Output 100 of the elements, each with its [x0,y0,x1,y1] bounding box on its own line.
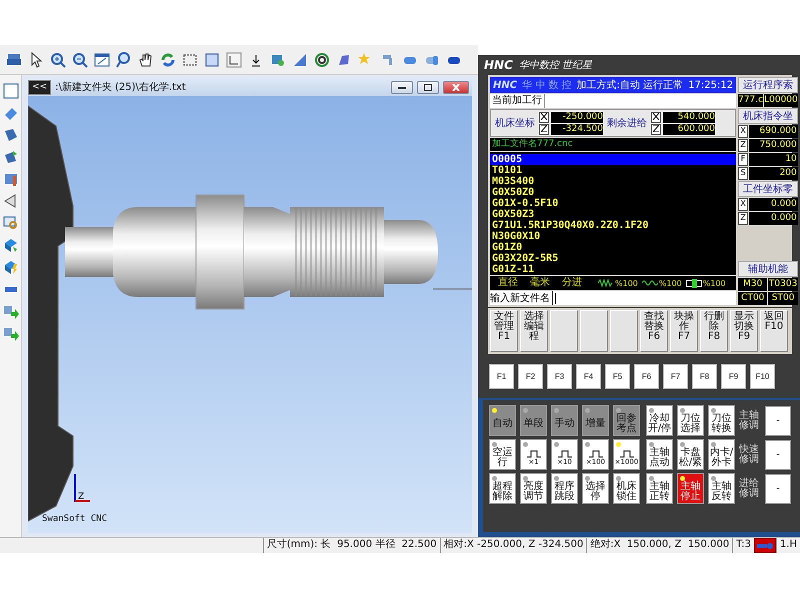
window-icon[interactable] [2,83,18,99]
soft-key[interactable]: 查找替换 F6 [640,310,668,352]
coordinate-value: 0.000 [749,212,798,225]
function-key[interactable]: F8 [692,364,717,389]
function-key[interactable]: F4 [576,364,601,389]
coordinate-value: 750.000 [749,139,798,152]
override-button[interactable]: - [765,406,791,436]
cube-icon[interactable] [2,259,18,275]
panel-button[interactable]: 自动 [489,405,516,436]
selection-icon[interactable] [182,52,198,68]
collapse-button[interactable]: << [28,80,52,94]
zoom-out-icon[interactable] [72,52,88,68]
program-line[interactable]: G0X50Z0 [490,187,736,198]
side-label[interactable]: 辅助机能 [738,261,798,277]
soft-key[interactable]: 块操作 F7 [670,310,698,352]
soft-key[interactable]: 选择编辑程 [520,310,548,352]
program-line[interactable]: G01X-0.5F10 [490,198,736,209]
blank-soft-key[interactable] [580,310,608,352]
coordinate-value: -250.000 [551,112,603,122]
panel-button[interactable]: 内卡/外卡 [708,439,735,470]
program-line-number: L00000 [764,94,798,107]
program-line[interactable]: G03X20Z-5R5 [490,253,736,264]
function-key[interactable]: F2 [518,364,543,389]
program-line[interactable]: M03S400 [490,176,736,187]
program-line[interactable]: G71U1.5R1P30Q40X0.2Z0.1F20 [490,220,736,231]
function-key[interactable]: F9 [721,364,746,389]
mode-status: 加工方式:自动 运行正常 [576,78,684,92]
unit-label: 毫米 [530,277,550,289]
minimize-icon [398,84,406,90]
hand-icon[interactable] [138,52,154,68]
side-label[interactable]: 工件坐标零 [738,181,798,197]
program-line[interactable]: G01Z0 [490,242,736,253]
soft-key[interactable]: 返回 F10 [760,310,788,352]
panel-logo: HNC [484,58,513,72]
maximize-icon [424,84,432,90]
program-line[interactable]: G01Z-11 [490,264,736,275]
axis-label: S [738,167,748,180]
function-key[interactable]: F5 [605,364,630,389]
refresh-icon[interactable] [160,52,176,68]
soft-key[interactable]: 显示切换 F9 [730,310,758,352]
program-line[interactable]: T0101 [490,165,736,176]
function-key[interactable]: F3 [547,364,572,389]
side-label[interactable]: 机床指令坐 [738,108,798,124]
triangle-icon[interactable] [292,52,308,68]
aux-code: M30 [738,278,768,291]
printer-icon[interactable] [6,52,22,68]
zoom-in-icon[interactable] [50,52,66,68]
side-label[interactable]: 运行程序索 [738,77,798,93]
cube-icon[interactable] [2,237,18,253]
maximize-button[interactable] [417,80,439,94]
text-cursor [555,292,556,304]
arrow-icon[interactable] [2,303,18,319]
panel-button[interactable]: 刀位选择 [677,405,704,436]
override-button[interactable]: - [765,440,791,470]
override-label: 快速修调 [739,444,760,464]
zoom-fit-icon[interactable] [116,52,132,68]
override-label: 主轴修调 [739,410,760,430]
panel-button[interactable]: 程序跳段 [551,473,578,504]
panel-button[interactable]: 手动 [551,405,578,436]
panel-button[interactable]: 冷却开/停 [646,405,673,436]
panel-button[interactable]: 主轴停止 [677,473,704,504]
function-key[interactable]: F7 [663,364,688,389]
override-value: %100 [702,278,726,288]
clock-time: 17:25:12 [688,80,734,90]
program-line[interactable]: N30G0X10 [490,231,736,242]
panel-button[interactable]: 主轴点动 [646,439,673,470]
axis-label: X [738,198,748,211]
panel-button[interactable]: 空运行 [489,439,516,470]
axes-icon[interactable] [226,52,242,68]
panel-button[interactable]: 亮度调节 [520,473,547,504]
panel-button[interactable]: 选择停 [582,473,609,504]
panel-button[interactable]: 刀位转换 [708,405,735,436]
program-line[interactable]: G0X50Z3 [490,209,736,220]
panel-button[interactable]: 超程解除 [489,473,516,504]
window-icon[interactable] [94,52,110,68]
override-value: %100 [658,278,682,288]
magnifier-icon[interactable] [2,215,18,231]
panel-button[interactable]: 主轴反转 [708,473,735,504]
panel-button[interactable]: 单段 [520,405,547,436]
pulse-icon [588,450,602,458]
close-button[interactable] [443,80,469,94]
arrow-icon[interactable] [2,325,18,341]
function-key[interactable]: F1 [489,364,514,389]
soft-key[interactable]: 行删除 F8 [700,310,728,352]
blank-soft-key[interactable] [550,310,578,352]
panel-button[interactable]: 主轴正转 [646,473,673,504]
square-icon[interactable] [204,52,220,68]
panel-button[interactable]: 回参考点 [613,405,640,436]
coordinate-value: 10 [749,153,798,166]
coordinate-value: 0.000 [749,198,798,211]
panel-button[interactable]: 增量 [582,405,609,436]
blank-soft-key[interactable] [610,310,638,352]
function-key[interactable]: F10 [750,364,775,389]
override-label: 进给修调 [739,478,760,498]
function-key[interactable]: F6 [634,364,659,389]
soft-key[interactable]: 文件管理 F1 [490,310,518,352]
override-button[interactable]: - [765,474,791,504]
minimize-button[interactable] [391,80,413,94]
panel-button[interactable]: 机床锁住 [613,473,640,504]
panel-button[interactable]: 卡盘松/紧 [677,439,704,470]
